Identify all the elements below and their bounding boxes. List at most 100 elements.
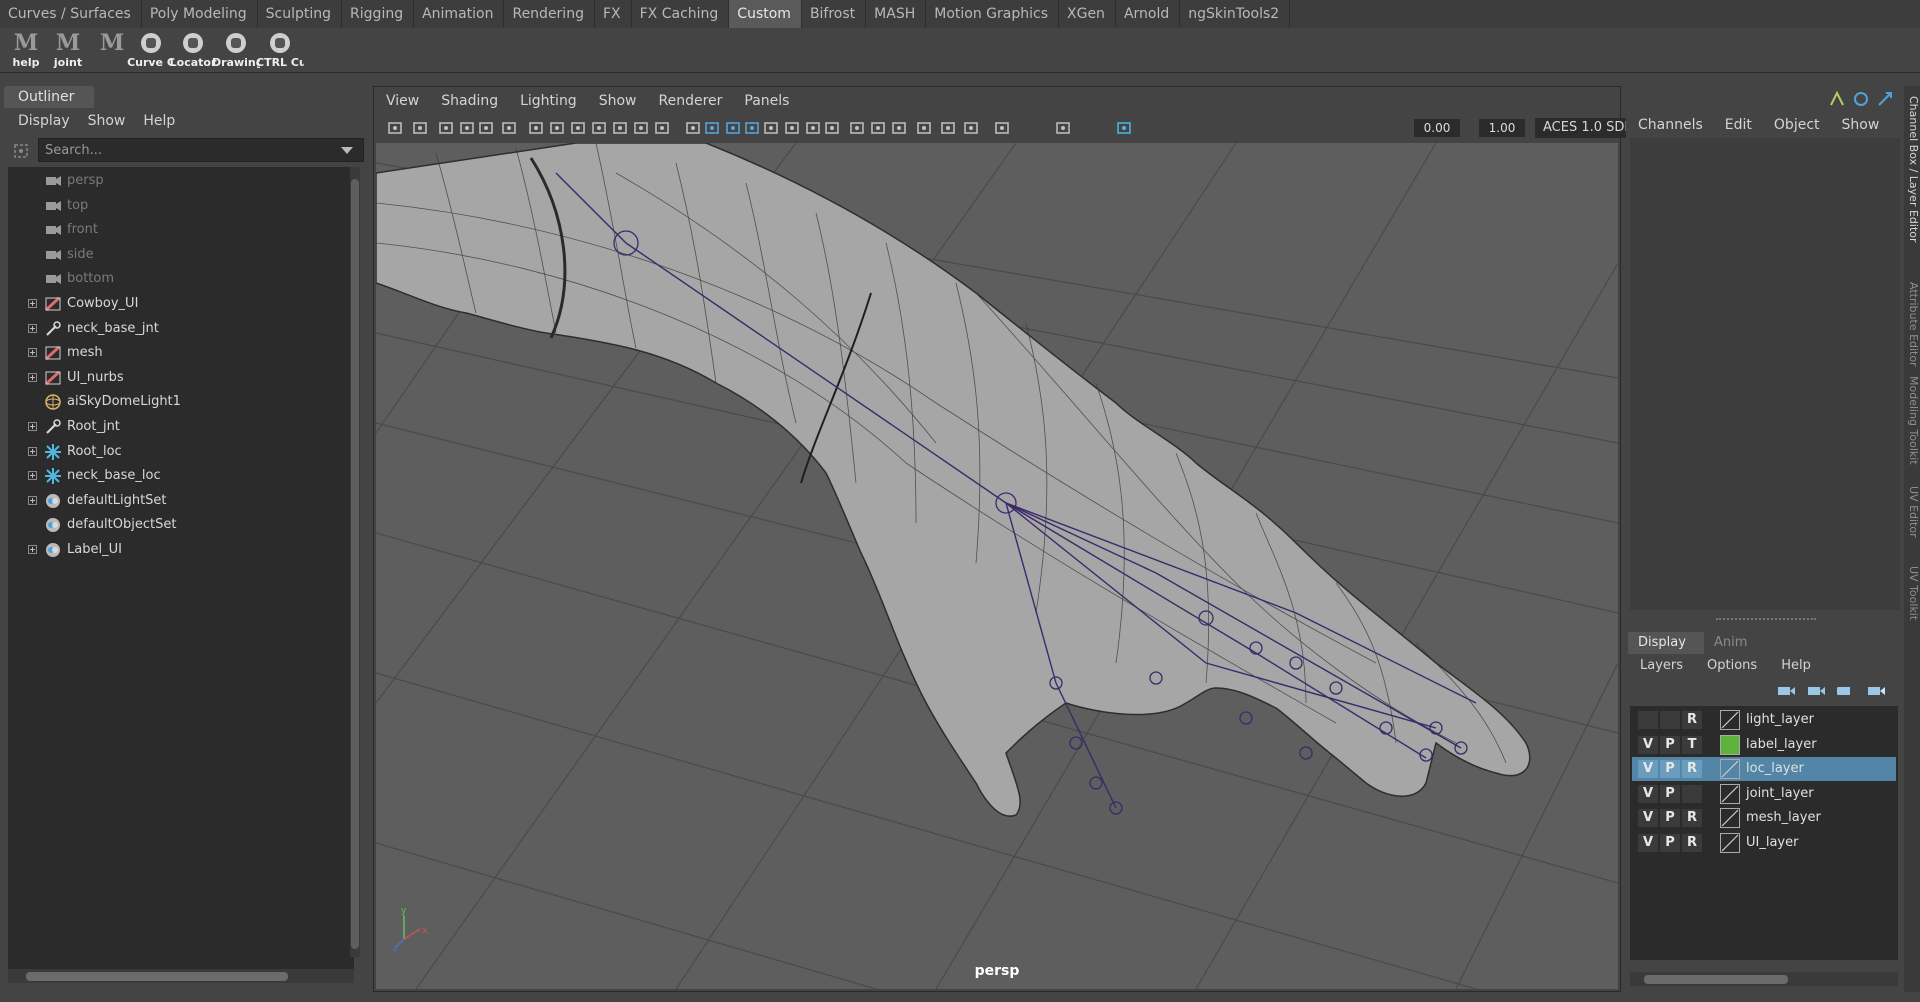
ambient-occlusion-icon[interactable] bbox=[804, 119, 822, 137]
shadows-icon[interactable] bbox=[783, 119, 801, 137]
xray-active-icon[interactable] bbox=[939, 119, 957, 137]
display-type-toggle[interactable] bbox=[1682, 784, 1702, 803]
resolution-gate-icon[interactable] bbox=[569, 119, 587, 137]
shelf-tab-animation[interactable]: Animation bbox=[414, 0, 505, 28]
visibility-toggle[interactable]: V bbox=[1638, 735, 1658, 754]
shelf-button-joint[interactable]: Mjoint bbox=[48, 30, 88, 70]
playback-toggle[interactable] bbox=[1660, 711, 1680, 729]
image-plane-icon[interactable] bbox=[458, 119, 476, 137]
outliner-menu-show[interactable]: Show bbox=[88, 113, 138, 129]
outliner-vertical-scrollbar[interactable] bbox=[350, 167, 360, 957]
expand-icon[interactable] bbox=[28, 422, 37, 431]
default-material-icon[interactable] bbox=[724, 119, 742, 137]
shelf-button-locator[interactable]: Locator bbox=[170, 30, 216, 70]
layer-row-loc-layer[interactable]: V P Rloc_layer bbox=[1632, 757, 1896, 782]
select-camera-icon[interactable] bbox=[386, 119, 404, 137]
shelf-tab-fx[interactable]: FX bbox=[595, 0, 632, 28]
outliner-item-ui-nurbs[interactable]: UI_nurbs bbox=[8, 366, 348, 390]
anti-aliasing-icon[interactable] bbox=[848, 119, 866, 137]
layer-color-swatch[interactable] bbox=[1720, 710, 1740, 730]
move-layer-up-icon[interactable] bbox=[1836, 684, 1856, 698]
visibility-toggle[interactable] bbox=[1638, 711, 1658, 729]
gamma-icon[interactable] bbox=[1054, 119, 1072, 137]
xray-icon[interactable] bbox=[915, 119, 933, 137]
channel-box-menu-channels[interactable]: Channels bbox=[1638, 117, 1715, 133]
search-input[interactable]: Search... bbox=[38, 138, 364, 162]
dock-tab-uv-toolkit[interactable]: UV Toolkit bbox=[1906, 566, 1920, 620]
channel-box-menu-show[interactable]: Show bbox=[1842, 117, 1892, 133]
layer-row-ui-layer[interactable]: V P R UI_layer bbox=[1632, 831, 1896, 855]
gamma-field[interactable]: 1.00 bbox=[1479, 119, 1525, 137]
safe-action-icon[interactable] bbox=[632, 119, 650, 137]
outliner-item-mesh[interactable]: mesh bbox=[8, 341, 348, 365]
new-layer-icon[interactable] bbox=[1776, 684, 1796, 698]
display-type-toggle[interactable]: R bbox=[1682, 834, 1702, 852]
shelf-tab-curves-surfaces[interactable]: Curves / Surfaces bbox=[0, 0, 142, 28]
shelf-tab-bifrost[interactable]: Bifrost bbox=[802, 0, 867, 28]
shelf-tab-fx-caching[interactable]: FX Caching bbox=[632, 0, 730, 28]
splitter-handle[interactable] bbox=[1716, 618, 1816, 623]
expand-icon[interactable] bbox=[28, 348, 37, 358]
shelf-tab-rigging[interactable]: Rigging bbox=[342, 0, 415, 28]
outliner-item-defaultlightset[interactable]: defaultLightSet bbox=[8, 489, 348, 513]
use-all-lights-icon[interactable] bbox=[762, 119, 780, 137]
film-gate-icon[interactable] bbox=[548, 119, 566, 137]
layer-editor-menu-options[interactable]: Options bbox=[1707, 658, 1781, 673]
textured-icon[interactable] bbox=[743, 119, 761, 137]
shelf-button-ctrl-cu[interactable]: CTRL Cu bbox=[256, 30, 304, 70]
xray-joints-icon[interactable] bbox=[962, 119, 980, 137]
viewport-menu-show[interactable]: Show bbox=[599, 93, 659, 109]
shelf-tab-ngskintools2[interactable]: ngSkinTools2 bbox=[1180, 0, 1291, 28]
visibility-toggle[interactable]: V bbox=[1638, 809, 1658, 828]
expand-icon[interactable] bbox=[28, 471, 37, 481]
cb-graph-icon[interactable] bbox=[1876, 90, 1894, 108]
visibility-toggle[interactable]: V bbox=[1638, 834, 1658, 852]
channel-box-menu-edit[interactable]: Edit bbox=[1725, 117, 1764, 133]
cb-tool-icon[interactable] bbox=[1828, 90, 1846, 108]
display-type-toggle[interactable]: T bbox=[1682, 735, 1702, 754]
playback-toggle[interactable]: P bbox=[1660, 809, 1680, 828]
shelf-button-help[interactable]: Mhelp bbox=[6, 30, 46, 70]
safe-title-icon[interactable] bbox=[653, 119, 671, 137]
dock-tab-uv-editor[interactable]: UV Editor bbox=[1906, 486, 1920, 538]
expand-icon[interactable] bbox=[28, 545, 37, 554]
depth-of-field-icon[interactable] bbox=[869, 119, 887, 137]
layer-color-swatch[interactable] bbox=[1720, 833, 1740, 853]
shelf-button-drawing[interactable]: Drawing bbox=[212, 30, 260, 70]
outliner-menu-display[interactable]: Display bbox=[18, 113, 82, 129]
outliner-item-bottom[interactable]: bottom bbox=[8, 267, 348, 291]
outliner-horizontal-scrollbar[interactable] bbox=[8, 969, 354, 983]
display-type-toggle[interactable]: R bbox=[1682, 809, 1702, 828]
outliner-item-root-loc[interactable]: Root_loc bbox=[8, 440, 348, 464]
dock-tab-attribute-editor[interactable]: Attribute Editor bbox=[1906, 282, 1920, 367]
display-type-toggle[interactable]: R bbox=[1682, 711, 1702, 729]
outliner-item-label-ui[interactable]: Label_UI bbox=[8, 538, 348, 562]
layer-row-label-layer[interactable]: V P Tlabel_layer bbox=[1632, 733, 1896, 757]
expand-icon[interactable] bbox=[28, 299, 37, 308]
layer-tab-anim[interactable]: Anim bbox=[1704, 632, 1780, 654]
dock-tab-channel-box-layer-editor[interactable]: Channel Box / Layer Editor bbox=[1906, 96, 1920, 243]
field-chart-icon[interactable] bbox=[611, 119, 629, 137]
shelf-tab-sculpting[interactable]: Sculpting bbox=[258, 0, 343, 28]
viewport-menu-view[interactable]: View bbox=[386, 93, 441, 109]
exposure-field[interactable]: 0.00 bbox=[1414, 119, 1460, 137]
scrollbar-thumb[interactable] bbox=[1644, 975, 1788, 984]
cb-refresh-icon[interactable] bbox=[1852, 90, 1870, 108]
outliner-menu-help[interactable]: Help bbox=[143, 113, 187, 129]
outliner-item-persp[interactable]: persp bbox=[8, 169, 348, 193]
expand-icon[interactable] bbox=[28, 446, 37, 456]
outliner-item-neck-base-loc[interactable]: neck_base_loc bbox=[8, 464, 348, 488]
camera-attributes-icon[interactable] bbox=[411, 119, 429, 137]
outliner-item-side[interactable]: side bbox=[8, 243, 348, 267]
viewport-menu-renderer[interactable]: Renderer bbox=[658, 93, 744, 109]
viewport-menu-shading[interactable]: Shading bbox=[441, 93, 520, 109]
shelf-button-curve-c[interactable]: Curve C bbox=[127, 30, 175, 70]
layer-color-swatch[interactable] bbox=[1720, 808, 1740, 829]
shelf-tab-xgen[interactable]: XGen bbox=[1059, 0, 1116, 28]
channel-box-menu-object[interactable]: Object bbox=[1774, 117, 1832, 133]
expand-icon[interactable] bbox=[28, 372, 37, 382]
2d-pan-zoom-icon[interactable] bbox=[477, 119, 495, 137]
layer-color-swatch[interactable] bbox=[1720, 734, 1740, 755]
scrollbar-thumb[interactable] bbox=[26, 972, 288, 981]
wireframe-icon[interactable] bbox=[684, 119, 702, 137]
